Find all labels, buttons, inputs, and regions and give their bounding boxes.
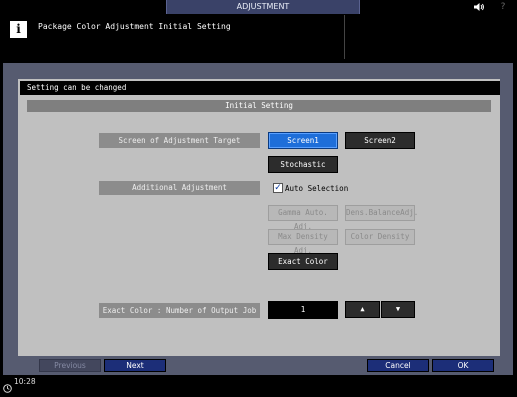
previous-button[interactable]: Previous <box>39 359 101 372</box>
decrement-button[interactable]: ▼ <box>381 301 415 318</box>
clock-time: 10:28 <box>14 377 36 386</box>
cancel-button[interactable]: Cancel <box>367 359 429 372</box>
next-button[interactable]: Next <box>104 359 166 372</box>
max-density-adj-button[interactable]: Max Density Adj. <box>268 229 338 255</box>
stochastic-button[interactable]: Stochastic <box>268 156 338 173</box>
output-job-label: Exact Color : Number of Output Job <box>99 303 260 318</box>
section-title: Initial Setting <box>27 100 491 112</box>
message-side-panel <box>347 15 517 59</box>
up-arrow-icon: ▲ <box>360 305 365 313</box>
additional-adjustment-label: Additional Adjustment <box>99 181 260 195</box>
clock-icon <box>3 378 12 393</box>
screen-title: Package Color Adjustment Initial Setting <box>38 22 231 31</box>
color-density-button[interactable]: Color Density <box>345 229 415 245</box>
screen-target-label: Screen of Adjustment Target <box>99 133 260 148</box>
window-title-tab: ADJUSTMENT <box>166 0 360 14</box>
auto-selection-checkbox[interactable]: ✓ <box>273 183 283 193</box>
screen2-button[interactable]: Screen2 <box>345 132 415 149</box>
screen1-button[interactable]: Screen1 <box>268 132 338 149</box>
output-job-value[interactable]: 1 <box>268 301 338 319</box>
help-icon[interactable]: ? <box>494 1 512 13</box>
auto-selection-label: Auto Selection <box>285 184 349 193</box>
status-message: Setting can be changed <box>20 81 500 95</box>
exact-color-button[interactable]: Exact Color <box>268 253 338 270</box>
info-icon: i <box>10 21 27 38</box>
footer-bar <box>0 376 517 388</box>
dens-balance-adj-button[interactable]: Dens.BalanceAdj. <box>345 205 418 221</box>
increment-button[interactable]: ▲ <box>345 301 380 318</box>
speaker-icon[interactable] <box>470 1 488 13</box>
gamma-auto-adj-button[interactable]: Gamma Auto. Adj. <box>268 205 338 231</box>
ok-button[interactable]: OK <box>432 359 494 372</box>
down-arrow-icon: ▼ <box>395 305 401 313</box>
